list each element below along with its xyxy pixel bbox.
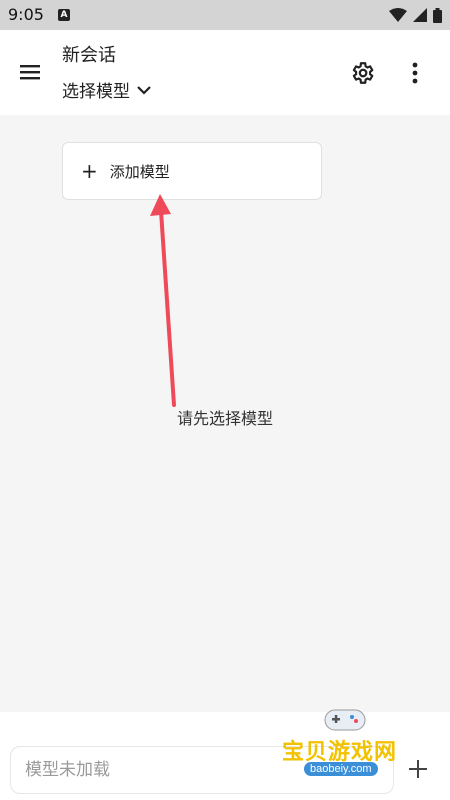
add-icon[interactable] [407, 758, 429, 780]
a-icon: A [58, 9, 70, 21]
chat-area: + 添加模型 请先选择模型 [0, 115, 450, 712]
message-input-box[interactable] [10, 746, 394, 794]
status-bar: 9:05 A [0, 0, 450, 30]
model-selector-label: 选择模型 [62, 82, 130, 102]
settings-icon[interactable] [349, 60, 375, 86]
plus-icon: + [81, 159, 98, 183]
empty-hint: 请先选择模型 [176, 409, 273, 428]
model-selector[interactable]: 选择模型 [62, 77, 152, 102]
wifi-icon [389, 8, 407, 22]
add-model-label: 添加模型 [109, 162, 170, 181]
chevron-down-icon [137, 85, 151, 95]
status-icons [389, 7, 442, 23]
menu-icon[interactable] [18, 62, 42, 82]
signal-icon [413, 8, 427, 22]
page-title: 新会话 [62, 45, 116, 66]
message-input[interactable] [25, 760, 393, 780]
status-time: 9:05 [8, 5, 44, 24]
battery-icon [433, 7, 442, 23]
add-model-button[interactable]: + 添加模型 [62, 142, 322, 200]
more-vert-icon[interactable] [405, 60, 425, 86]
app-bar: 新会话 选择模型 [0, 30, 450, 115]
composer [0, 712, 450, 800]
